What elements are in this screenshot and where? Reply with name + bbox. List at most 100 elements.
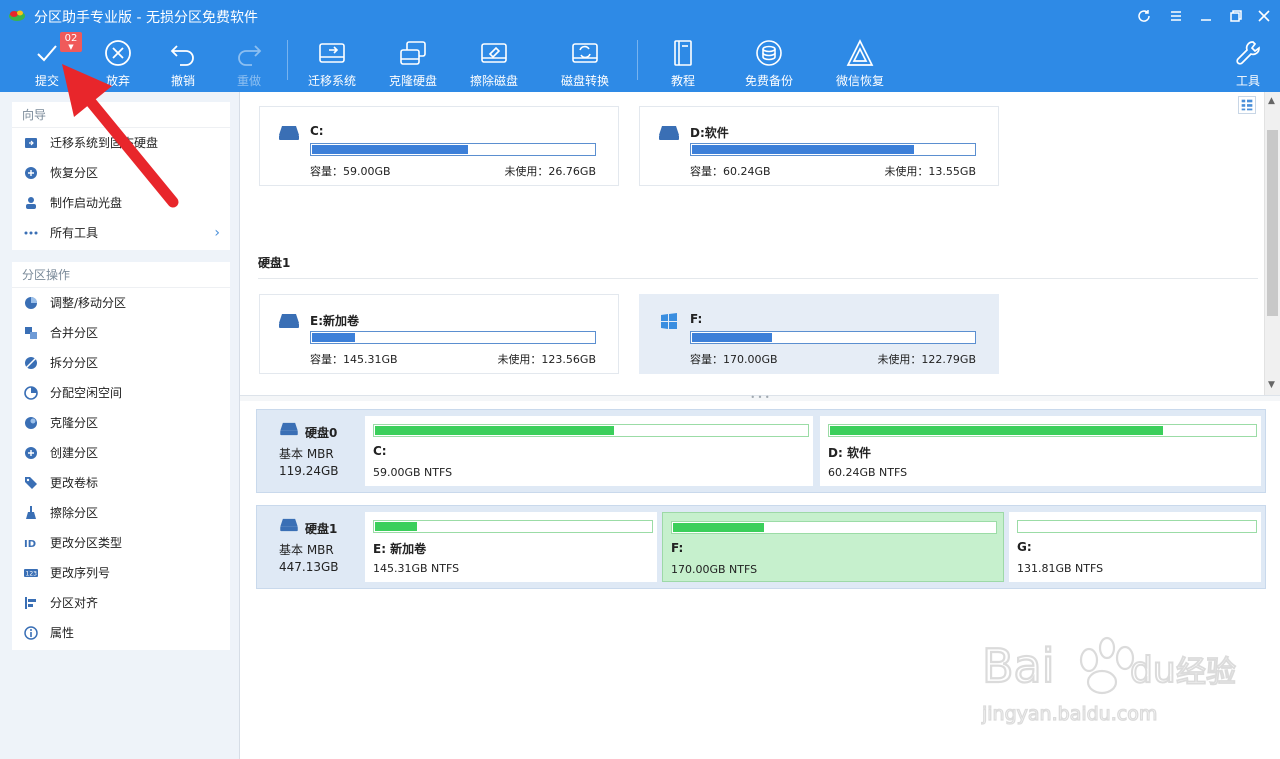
watermark-url: jingyan.baidu.com: [981, 703, 1157, 725]
partition-block-f[interactable]: F: 170.00GB NTFS: [662, 512, 1004, 582]
sidebar-item-resize-move[interactable]: 调整/移动分区: [12, 288, 230, 318]
menu-button[interactable]: [1166, 6, 1186, 26]
sidebar-item-properties[interactable]: 属性: [12, 618, 230, 648]
usage-bar-fill: [692, 333, 772, 342]
discard-label: 放弃: [105, 74, 130, 88]
watermark-bai: Bai: [982, 639, 1055, 693]
redo-button[interactable]: 重做: [214, 36, 284, 88]
vertical-scrollbar[interactable]: ▲ ▼: [1264, 92, 1280, 395]
volume-free: 未使用：122.79GB: [877, 353, 976, 366]
sidebar-item-label: 更改序列号: [50, 566, 111, 580]
wechat-recovery-button[interactable]: 微信恢复: [825, 36, 895, 88]
wrench-icon: [1236, 41, 1260, 65]
sidebar-item-split[interactable]: 拆分分区: [12, 348, 230, 378]
sidebar-item-clone-partition[interactable]: 克隆分区: [12, 408, 230, 438]
volume-card-c[interactable]: C: 容量：59.00GB 未使用：26.76GB: [259, 106, 619, 186]
sidebar-item-allocate-free-space[interactable]: 分配空闲空间: [12, 378, 230, 408]
disk-name: 硬盘1: [305, 522, 338, 536]
disk-convert-icon: [572, 43, 598, 63]
clone-disk-button[interactable]: 克隆硬盘: [378, 36, 448, 88]
volume-capacity: 容量：145.31GB: [310, 353, 398, 366]
disk-type: 基本 MBR: [279, 447, 334, 461]
volume-name: C:: [310, 124, 324, 138]
volume-free: 未使用：13.55GB: [884, 165, 976, 178]
tools-button[interactable]: 工具: [1213, 36, 1280, 88]
book-icon: [674, 40, 692, 66]
minimize-icon: [1201, 19, 1211, 21]
volume-name: E:新加卷: [310, 314, 359, 328]
disk-info: 硬盘1 基本 MBR 447.13GB: [263, 512, 363, 582]
sidebar-item-change-label[interactable]: 更改卷标: [12, 468, 230, 498]
disk-convert-button[interactable]: 磁盘转换: [550, 36, 620, 88]
sidebar-item-all-tools[interactable]: 所有工具 ›: [12, 218, 230, 248]
sidebar-item-align[interactable]: 分区对齐: [12, 588, 230, 618]
partition-block-d[interactable]: D: 软件 60.24GB NTFS: [820, 416, 1261, 486]
discard-button[interactable]: 放弃: [83, 36, 153, 88]
volume-capacity: 容量：60.24GB: [690, 165, 771, 178]
title-bar: 分区助手专业版 - 无损分区免费软件: [0, 0, 1280, 32]
sidebar-item-label: 更改分区类型: [50, 536, 123, 550]
undo-button[interactable]: 撤销: [148, 36, 218, 88]
tutorial-button[interactable]: 教程: [648, 36, 718, 88]
redo-label: 重做: [236, 74, 261, 88]
sidebar-item-wipe-partition[interactable]: 擦除分区: [12, 498, 230, 528]
minimize-button[interactable]: [1196, 6, 1216, 26]
usage-bar: [690, 143, 976, 156]
partition-usage-fill: [830, 426, 1163, 435]
volume-card-f[interactable]: F: 容量：170.00GB 未使用：122.79GB: [639, 294, 999, 374]
disk-convert-label: 磁盘转换: [560, 74, 609, 88]
usage-bar-fill: [312, 145, 468, 154]
partition-info: 60.24GB NTFS: [828, 466, 908, 479]
tools-label: 工具: [1235, 74, 1260, 88]
disk-row-0[interactable]: 硬盘0 基本 MBR 119.24GB C: 59.00GB NTFS D: 软…: [256, 409, 1266, 493]
close-button[interactable]: [1254, 6, 1274, 26]
view-toggle-button[interactable]: [1238, 96, 1256, 114]
scroll-up-icon[interactable]: ▲: [1268, 96, 1275, 106]
partition-usage-fill: [673, 523, 764, 532]
wizard-panel: 向导 迁移系统到固态硬盘 恢复分区 制作启动光盘 所有工具 ›: [12, 102, 230, 250]
scroll-down-icon[interactable]: ▼: [1268, 380, 1275, 390]
sidebar-item-change-serial[interactable]: 123 更改序列号: [12, 558, 230, 588]
migrate-os-button[interactable]: 迁移系统: [297, 36, 367, 88]
refresh-button[interactable]: [1134, 6, 1154, 26]
sidebar-item-label: 属性: [50, 626, 75, 640]
sidebar-item-migrate-ssd[interactable]: 迁移系统到固态硬盘: [12, 128, 230, 158]
sidebar-item-change-type[interactable]: ID 更改分区类型: [12, 528, 230, 558]
undo-icon: [170, 45, 194, 66]
partition-block-g[interactable]: G: 131.81GB NTFS: [1009, 512, 1261, 582]
clone-disk-label: 克隆硬盘: [388, 74, 437, 88]
restore-button[interactable]: [1226, 6, 1246, 26]
volume-capacity: 容量：59.00GB: [310, 165, 391, 178]
sidebar-item-recover-partition[interactable]: 恢复分区: [12, 158, 230, 188]
check-icon: [37, 45, 57, 62]
volume-card-e[interactable]: E:新加卷 容量：145.31GB 未使用：123.56GB: [259, 294, 619, 374]
partition-ops-heading: 分区操作: [12, 262, 230, 288]
chevron-down-icon: ▼: [68, 43, 74, 51]
disk-row-1[interactable]: 硬盘1 基本 MBR 447.13GB E: 新加卷 145.31GB NTFS…: [256, 505, 1266, 589]
partition-usage-bar: [373, 424, 809, 437]
sidebar: 向导 迁移系统到固态硬盘 恢复分区 制作启动光盘 所有工具 › 分区操作 调整/…: [0, 92, 240, 759]
backup-icon: [756, 40, 782, 66]
sidebar-item-label: 调整/移动分区: [50, 296, 127, 310]
wipe-disk-button[interactable]: 擦除磁盘: [459, 36, 529, 88]
disk-type: 基本 MBR: [279, 543, 334, 557]
partition-block-c[interactable]: C: 59.00GB NTFS: [365, 416, 813, 486]
disk1-heading: 硬盘1: [258, 256, 291, 270]
disk-name: 硬盘0: [305, 426, 338, 440]
app-logo-icon: [9, 10, 25, 21]
partition-usage-bar: [1017, 520, 1257, 533]
usage-bar: [310, 331, 596, 344]
volume-name: F:: [690, 312, 703, 326]
sidebar-item-merge[interactable]: 合并分区: [12, 318, 230, 348]
usage-bar: [690, 331, 976, 344]
scrollbar-thumb[interactable]: [1267, 130, 1278, 316]
watermark-jingyan: 经验: [1176, 655, 1236, 690]
id-icon: ID: [24, 539, 36, 550]
sidebar-item-create-partition[interactable]: 创建分区: [12, 438, 230, 468]
migrate-os-icon: [25, 138, 37, 148]
partition-block-e[interactable]: E: 新加卷 145.31GB NTFS: [365, 512, 657, 582]
volume-card-d[interactable]: D:软件 容量：60.24GB 未使用：13.55GB: [639, 106, 999, 186]
volume-capacity: 容量：170.00GB: [690, 353, 778, 366]
free-backup-button[interactable]: 免费备份: [734, 36, 804, 88]
sidebar-item-bootable-media[interactable]: 制作启动光盘: [12, 188, 230, 218]
